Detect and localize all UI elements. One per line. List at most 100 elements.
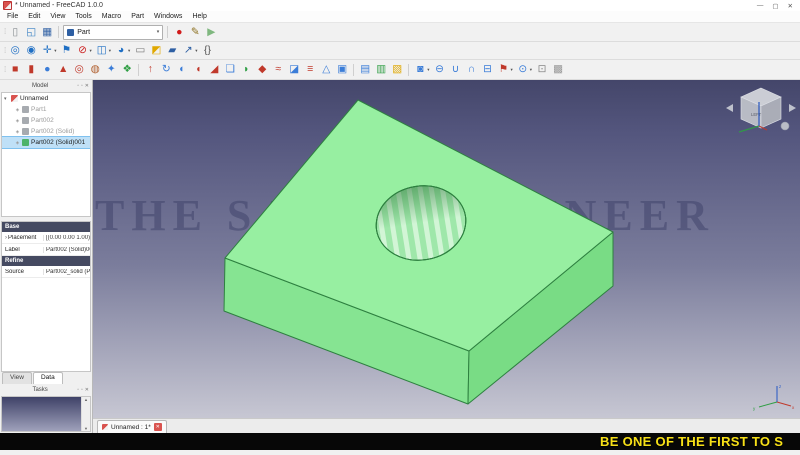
tab-data[interactable]: Data (33, 372, 63, 384)
dropdown-arrow-icon[interactable]: ▾ (128, 48, 130, 54)
cylinder-button[interactable]: ▮ (24, 63, 38, 76)
explode-compound-button[interactable]: ▥ (374, 63, 388, 76)
record-macro-button[interactable]: ● (172, 26, 186, 39)
shape-builder-button[interactable]: ✦ (104, 63, 118, 76)
ruled-surface-icon[interactable]: ◗ (240, 64, 252, 75)
loft-button[interactable]: ◆ (255, 63, 269, 76)
extrude-button[interactable]: ↑ (143, 63, 157, 76)
sweep-button[interactable]: ≈ (271, 63, 285, 76)
ruled-surface-button[interactable]: ◗ (239, 63, 253, 76)
boolean-icon[interactable]: ◙ (414, 64, 426, 75)
dropdown-arrow-icon[interactable]: ▾ (427, 67, 429, 73)
explode-compound-icon[interactable]: ▥ (375, 64, 387, 75)
play-macro-button[interactable]: ▶ (204, 26, 218, 39)
minimize-button[interactable]: — (757, 2, 764, 10)
refine-shape-button[interactable]: ⊡ (535, 63, 549, 76)
menu-part[interactable]: Part (126, 11, 149, 22)
panel-dock-icon[interactable]: ▫ (81, 83, 83, 89)
intersection-button[interactable]: ∩ (465, 63, 479, 76)
fit-selection-button[interactable]: ◉ (24, 44, 38, 57)
axonometric-view-button[interactable]: ◫▾ (95, 44, 112, 57)
compound-icon[interactable]: ▤ (359, 64, 371, 75)
thickness-icon[interactable]: ▣ (336, 64, 348, 75)
property-value[interactable]: [(0.00 0.00 1.00); 0.00... (44, 235, 90, 241)
draw-style-button[interactable]: ⚑ (60, 44, 74, 57)
axonometric-view-icon[interactable]: ◫ (96, 45, 108, 56)
panel-float-icon[interactable]: ▫ (77, 387, 79, 393)
torus-icon[interactable]: ◎ (73, 64, 85, 75)
mirror-icon[interactable]: ◐ (176, 64, 188, 75)
sweep-icon[interactable]: ≈ (272, 64, 284, 75)
tasks-scrollbar[interactable]: ▲ ▼ (81, 397, 90, 431)
part-solid[interactable] (224, 100, 613, 404)
dropdown-arrow-icon[interactable]: ▾ (54, 48, 56, 54)
tree-item-document[interactable]: ▾ Unnamed (2, 93, 90, 104)
scroll-down-icon[interactable]: ▼ (84, 426, 88, 431)
maximize-button[interactable]: ▢ (772, 2, 778, 10)
tree-item[interactable]: ◈Part002 (Solid) (2, 126, 90, 137)
workbench-selector[interactable]: Part ▾ (63, 25, 163, 40)
close-button[interactable]: ✕ (788, 2, 793, 10)
shape-builder-icon[interactable]: ✦ (105, 64, 117, 75)
menu-tools[interactable]: Tools (70, 11, 96, 22)
navigation-cube[interactable]: LEFT (726, 88, 796, 132)
cone-button[interactable]: ▲ (56, 63, 70, 76)
dropdown-arrow-icon[interactable]: ▾ (90, 48, 92, 54)
property-row[interactable]: ›Placement[(0.00 0.00 1.00); 0.00... (2, 232, 90, 244)
dropdown-arrow-icon[interactable]: ▾ (109, 48, 111, 54)
clipping-plane-icon[interactable]: ⊘ (77, 45, 89, 56)
record-macro-icon[interactable]: ● (173, 27, 185, 38)
play-macro-icon[interactable]: ▶ (205, 27, 217, 38)
property-group-header[interactable]: Base (2, 222, 90, 232)
torus-button[interactable]: ◎ (72, 63, 86, 76)
3d-scene[interactable]: LEFT y z x (93, 80, 800, 418)
measure-icon[interactable]: ▭ (134, 45, 146, 56)
property-row[interactable]: SourcePart002_solid (Part0... (2, 266, 90, 278)
fit-all-icon[interactable]: ◎ (9, 45, 21, 56)
export-icon[interactable]: ↗ (182, 45, 194, 56)
measure-button[interactable]: ▭ (133, 44, 147, 57)
navigation-style-icon[interactable]: ✛ (41, 45, 53, 56)
zoom-tools-icon[interactable]: ◕ (115, 45, 127, 56)
document-close-icon[interactable]: ✕ (154, 423, 162, 431)
open-file-icon[interactable]: ◱ (25, 27, 37, 38)
split-icon[interactable]: ⊟ (482, 64, 494, 75)
primitives-icon[interactable]: ❖ (121, 64, 133, 75)
boolean-button[interactable]: ◙▾ (413, 63, 430, 76)
tree-item[interactable]: ◈Part1 (2, 104, 90, 115)
cross-sections-button[interactable]: ≡ (303, 63, 317, 76)
export-button[interactable]: ↗▾ (181, 44, 198, 57)
cut-icon[interactable]: ⊖ (434, 64, 446, 75)
property-value[interactable]: Part002 (Solid)001 (44, 247, 90, 253)
menu-windows[interactable]: Windows (149, 11, 187, 22)
loft-icon[interactable]: ◆ (256, 64, 268, 75)
revolve-icon[interactable]: ↻ (160, 64, 172, 75)
cut-button[interactable]: ⊖ (433, 63, 447, 76)
offset-button[interactable]: △ (319, 63, 333, 76)
defeaturing-button[interactable]: ⊙▾ (516, 63, 533, 76)
nav-arrow-right-icon[interactable] (789, 104, 796, 112)
convert-to-solid-button[interactable]: ▩ (551, 63, 565, 76)
edit-macro-icon[interactable]: ✎ (189, 27, 201, 38)
document-tab[interactable]: Unnamed : 1* ✕ (97, 420, 167, 433)
intersection-icon[interactable]: ∩ (466, 64, 478, 75)
section-icon[interactable]: ◪ (288, 64, 300, 75)
cone-icon[interactable]: ▲ (57, 64, 69, 75)
appearance-icon[interactable]: ◩ (150, 45, 162, 56)
fit-selection-icon[interactable]: ◉ (25, 45, 37, 56)
3d-viewport[interactable]: THE SAVVY ENGINEER (93, 80, 800, 418)
property-row[interactable]: LabelPart002 (Solid)001 (2, 244, 90, 256)
new-file-icon[interactable]: ▯ (9, 27, 21, 38)
draw-style-icon[interactable]: ⚑ (61, 45, 73, 56)
property-group-header[interactable]: Refine (2, 256, 90, 266)
dropdown-arrow-icon[interactable]: ▾ (511, 67, 513, 73)
box-icon[interactable]: ■ (9, 64, 21, 75)
thickness-button[interactable]: ▣ (335, 63, 349, 76)
texture-icon[interactable]: ▰ (166, 45, 178, 56)
check-geometry-icon[interactable]: ⚑ (498, 64, 510, 75)
cross-sections-icon[interactable]: ≡ (304, 64, 316, 75)
expression-icon[interactable]: {} (202, 45, 214, 56)
tree-item[interactable]: ◈Part002 (2, 115, 90, 126)
extrude-icon[interactable]: ↑ (144, 64, 156, 75)
fillet-button[interactable]: ◖ (191, 63, 205, 76)
